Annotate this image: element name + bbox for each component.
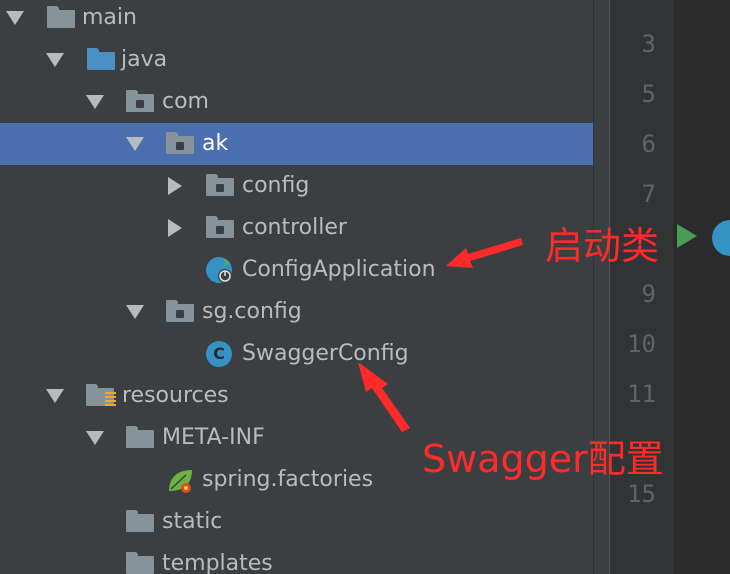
package-icon bbox=[206, 174, 234, 196]
tree-scrollbar[interactable] bbox=[593, 0, 609, 574]
folder-icon bbox=[126, 510, 154, 532]
line-number: 15 bbox=[627, 480, 656, 508]
tree-item-java[interactable]: java bbox=[0, 39, 593, 81]
line-number: 3 bbox=[641, 30, 656, 58]
line-number: 9 bbox=[641, 280, 656, 308]
tree-item-label: controller bbox=[242, 215, 347, 240]
tree-item-com[interactable]: com bbox=[0, 81, 593, 123]
tree-item-controller[interactable]: controller bbox=[0, 207, 593, 249]
tree-item-label: config bbox=[242, 173, 310, 198]
tree-item-ak[interactable]: ak bbox=[0, 123, 593, 165]
expand-arrow-icon[interactable] bbox=[86, 431, 104, 445]
line-number: 7 bbox=[641, 180, 656, 208]
expand-arrow-icon[interactable] bbox=[126, 305, 144, 319]
tree-item-static[interactable]: static bbox=[0, 501, 593, 543]
expand-arrow-icon[interactable] bbox=[86, 95, 104, 109]
tree-item-label: com bbox=[162, 89, 209, 114]
tree-item-sg-config[interactable]: sg.config bbox=[0, 291, 593, 333]
annotation-startup-class: 启动类 bbox=[545, 224, 660, 268]
tree-item-config[interactable]: config bbox=[0, 165, 593, 207]
line-number: 6 bbox=[641, 130, 656, 158]
tree-item-configapplication[interactable]: ConfigApplication bbox=[0, 249, 593, 291]
project-tree: main java com ak config controller Confi… bbox=[0, 0, 593, 574]
expand-arrow-icon[interactable] bbox=[6, 11, 24, 25]
run-icon[interactable] bbox=[677, 224, 697, 248]
line-number: 5 bbox=[641, 80, 656, 108]
expand-arrow-icon[interactable] bbox=[46, 53, 64, 67]
tree-item-swaggerconfig[interactable]: C SwaggerConfig bbox=[0, 333, 593, 375]
tree-item-label: sg.config bbox=[202, 299, 302, 324]
expand-arrow-icon[interactable] bbox=[46, 389, 64, 403]
java-class-icon: C bbox=[206, 341, 232, 367]
tree-item-label: ConfigApplication bbox=[242, 257, 436, 282]
spring-boot-class-icon bbox=[206, 257, 232, 283]
tree-item-resources[interactable]: resources bbox=[0, 375, 593, 417]
tree-item-label: resources bbox=[122, 383, 229, 408]
tree-item-label: SwaggerConfig bbox=[242, 341, 409, 366]
package-icon bbox=[166, 300, 194, 322]
tree-item-label: ak bbox=[202, 131, 229, 156]
package-icon bbox=[126, 90, 154, 112]
spring-leaf-icon bbox=[166, 467, 196, 495]
tree-item-main[interactable]: main bbox=[0, 0, 593, 39]
tree-item-label: spring.factories bbox=[202, 467, 374, 492]
annotation-swagger-config: Swagger配置 bbox=[422, 437, 664, 481]
folder-icon bbox=[47, 6, 75, 28]
folder-icon bbox=[126, 426, 154, 448]
expand-arrow-icon[interactable] bbox=[126, 137, 144, 151]
tree-item-label: java bbox=[121, 47, 168, 72]
tree-item-templates[interactable]: templates bbox=[0, 543, 593, 574]
tree-item-label: META-INF bbox=[162, 425, 265, 450]
tree-item-label: static bbox=[162, 509, 223, 534]
resources-folder-icon bbox=[86, 384, 116, 408]
package-icon bbox=[166, 132, 194, 154]
tree-item-label: main bbox=[82, 5, 137, 30]
collapse-arrow-icon[interactable] bbox=[168, 177, 182, 195]
collapse-arrow-icon[interactable] bbox=[168, 219, 182, 237]
line-number: 10 bbox=[627, 330, 656, 358]
package-icon bbox=[206, 216, 234, 238]
editor-area[interactable] bbox=[674, 0, 730, 574]
folder-icon bbox=[126, 552, 154, 574]
ide-window: main java com ak config controller Confi… bbox=[0, 0, 730, 574]
source-folder-icon bbox=[87, 48, 115, 70]
tree-item-label: templates bbox=[162, 551, 273, 574]
line-number: 11 bbox=[627, 380, 656, 408]
line-number-gutter: 3 5 6 7 9 10 11 15 bbox=[609, 0, 674, 574]
